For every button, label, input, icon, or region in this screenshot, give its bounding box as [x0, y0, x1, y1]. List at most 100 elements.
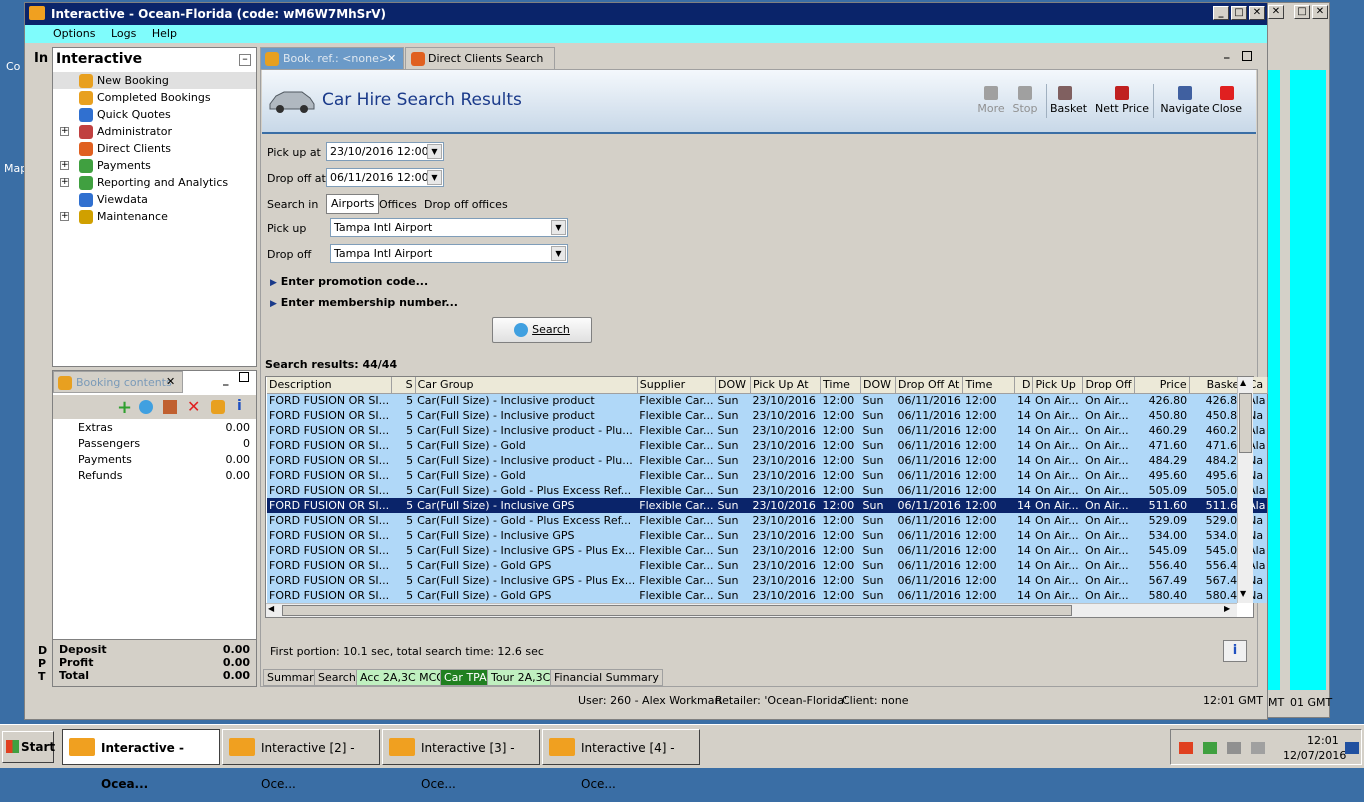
- pickup-at-field[interactable]: 23/10/2016 12:00 ▼: [326, 142, 444, 161]
- column-header[interactable]: DOW: [715, 377, 752, 394]
- nav-item[interactable]: Quick Quotes: [79, 106, 171, 123]
- column-header[interactable]: Pick Up At: [750, 377, 822, 394]
- nav-item[interactable]: Payments: [79, 157, 151, 174]
- transfer-icon[interactable]: [163, 400, 177, 414]
- nav-item[interactable]: Completed Bookings: [79, 89, 211, 106]
- add-icon[interactable]: +: [117, 397, 132, 418]
- table-row[interactable]: FORD FUSION OR SI... 5 Car(Full Size) - Go…: [267, 513, 1268, 528]
- menu-help[interactable]: Help: [152, 27, 177, 40]
- start-button[interactable]: Start: [2, 731, 55, 763]
- search-in-dropoff-offices[interactable]: Drop off offices: [424, 198, 508, 211]
- membership-expander[interactable]: ▶ Enter membership number...: [270, 296, 458, 309]
- tray-icon[interactable]: [1203, 742, 1217, 754]
- column-header[interactable]: Time: [820, 377, 862, 394]
- volume-icon[interactable]: [1251, 742, 1265, 754]
- info-button[interactable]: i: [1223, 640, 1247, 662]
- chevron-down-icon[interactable]: ▼: [551, 220, 566, 235]
- column-header[interactable]: Description: [267, 377, 392, 394]
- nav-item[interactable]: Viewdata: [79, 191, 148, 208]
- taskbar-button[interactable]: Interactive [2] - Oce...: [222, 729, 380, 791]
- taskbar-button[interactable]: Interactive [4] - Oce...: [542, 729, 700, 791]
- scroll-left-arrow[interactable]: ◀: [268, 604, 274, 613]
- column-header[interactable]: Drop Off: [1082, 377, 1135, 394]
- booking-close-icon[interactable]: ✕: [166, 375, 175, 388]
- nav-item[interactable]: Administrator: [79, 123, 172, 140]
- nav-item[interactable]: Maintenance: [79, 208, 168, 225]
- bottom-tab[interactable]: Tour 2A,3C: [487, 669, 555, 686]
- search-in-airports[interactable]: Airports: [326, 194, 380, 214]
- scroll-right-arrow[interactable]: ▶: [1224, 604, 1230, 613]
- menu-options[interactable]: Options: [53, 27, 95, 40]
- nav-collapse-button[interactable]: –: [239, 53, 251, 66]
- taskbar-button[interactable]: Interactive [3] - Oce...: [382, 729, 540, 791]
- expand-icon[interactable]: +: [60, 178, 69, 187]
- column-header[interactable]: Drop Off At: [895, 377, 964, 394]
- bottom-tab[interactable]: Acc 2A,3C MCO: [356, 669, 449, 686]
- expand-icon[interactable]: +: [60, 212, 69, 221]
- table-row[interactable]: FORD FUSION OR SI... 5 Car(Full Size) - Go…: [267, 588, 1268, 603]
- pickup-select[interactable]: Tampa Intl Airport ▼: [330, 218, 568, 237]
- delete-icon[interactable]: ✕: [187, 397, 200, 416]
- bottom-tab[interactable]: Search: [314, 669, 360, 686]
- maximize-button[interactable]: □: [1231, 6, 1247, 20]
- table-row[interactable]: FORD FUSION OR SI... 5 Car(Full Size) - Go…: [267, 483, 1268, 498]
- booking-max-button[interactable]: [239, 372, 249, 382]
- toolbar-button-close[interactable]: Close: [1212, 86, 1242, 115]
- outer-close-button[interactable]: ✕: [1268, 5, 1284, 19]
- expand-icon[interactable]: +: [60, 127, 69, 136]
- table-row[interactable]: FORD FUSION OR SI... 5 Car(Full Size) - In…: [267, 408, 1268, 423]
- refresh-icon[interactable]: [139, 400, 153, 414]
- toolbar-button-stop[interactable]: Stop: [1010, 86, 1040, 115]
- column-header[interactable]: Car Group: [415, 377, 638, 394]
- nav-item[interactable]: Reporting and Analytics: [79, 174, 228, 191]
- clock-date[interactable]: 12/07/2016: [1283, 749, 1346, 762]
- booking-min-button[interactable]: _: [223, 373, 229, 386]
- column-header[interactable]: DOW: [860, 377, 897, 394]
- tab-booking-ref[interactable]: Book. ref.: <none> ✕: [260, 47, 404, 69]
- minimize-button[interactable]: _: [1213, 6, 1229, 20]
- expand-icon[interactable]: +: [60, 161, 69, 170]
- column-header[interactable]: Time: [962, 377, 1016, 394]
- toolbar-button-basket[interactable]: Basket: [1050, 86, 1087, 115]
- dropoff-at-field[interactable]: 06/11/2016 12:00 ▼: [326, 168, 444, 187]
- table-row[interactable]: FORD FUSION OR SI... 5 Car(Full Size) - Go…: [267, 468, 1268, 483]
- table-row[interactable]: FORD FUSION OR SI... 5 Car(Full Size) - In…: [267, 543, 1268, 558]
- table-row[interactable]: FORD FUSION OR SI... 5 Car(Full Size) - Go…: [267, 438, 1268, 453]
- column-header[interactable]: Pick Up: [1032, 377, 1084, 394]
- content-max-button[interactable]: [1242, 51, 1252, 61]
- chevron-down-icon[interactable]: ▼: [427, 170, 442, 185]
- column-header[interactable]: D: [1014, 377, 1034, 394]
- bottom-tab[interactable]: Financial Summary: [550, 669, 663, 686]
- clock-time[interactable]: 12:01: [1307, 734, 1339, 747]
- table-row[interactable]: FORD FUSION OR SI... 5 Car(Full Size) - In…: [267, 498, 1268, 513]
- booking-tab[interactable]: Booking contents ✕: [53, 371, 183, 393]
- outer-close-button-2[interactable]: ✕: [1312, 5, 1328, 19]
- search-in-offices[interactable]: Offices: [379, 198, 417, 211]
- vertical-scrollbar[interactable]: ▲ ▼: [1237, 377, 1253, 603]
- horizontal-scrollbar[interactable]: ◀ ▶: [266, 603, 1237, 617]
- column-header[interactable]: S: [391, 377, 416, 394]
- dropoff-select[interactable]: Tampa Intl Airport ▼: [330, 244, 568, 263]
- show-desktop-icon[interactable]: [1345, 742, 1359, 754]
- chevron-down-icon[interactable]: ▼: [427, 144, 442, 159]
- tray-icon[interactable]: [1227, 742, 1241, 754]
- table-row[interactable]: FORD FUSION OR SI... 5 Car(Full Size) - In…: [267, 528, 1268, 543]
- table-row[interactable]: FORD FUSION OR SI... 5 Car(Full Size) - In…: [267, 393, 1268, 408]
- table-row[interactable]: FORD FUSION OR SI... 5 Car(Full Size) - Go…: [267, 558, 1268, 573]
- chevron-down-icon[interactable]: ▼: [551, 246, 566, 261]
- column-header[interactable]: Supplier: [637, 377, 717, 394]
- menu-logs[interactable]: Logs: [111, 27, 136, 40]
- search-button[interactable]: Search: [492, 317, 592, 343]
- tray-icon[interactable]: [1179, 742, 1193, 754]
- taskbar-button[interactable]: Interactive - Ocea...: [62, 729, 220, 791]
- table-row[interactable]: FORD FUSION OR SI... 5 Car(Full Size) - In…: [267, 453, 1268, 468]
- toolbar-button-nett-price[interactable]: Nett Price: [1095, 86, 1149, 115]
- nav-item[interactable]: New Booking: [79, 72, 169, 89]
- tab-direct-clients[interactable]: Direct Clients Search: [405, 47, 555, 69]
- promo-expander[interactable]: ▶ Enter promotion code...: [270, 275, 428, 288]
- palm-action-icon[interactable]: [211, 400, 225, 414]
- toolbar-button-navigate[interactable]: Navigate: [1160, 86, 1210, 115]
- scroll-down-arrow[interactable]: ▼: [1240, 589, 1246, 598]
- scroll-thumb[interactable]: [1239, 393, 1252, 453]
- info-icon[interactable]: i: [237, 398, 242, 414]
